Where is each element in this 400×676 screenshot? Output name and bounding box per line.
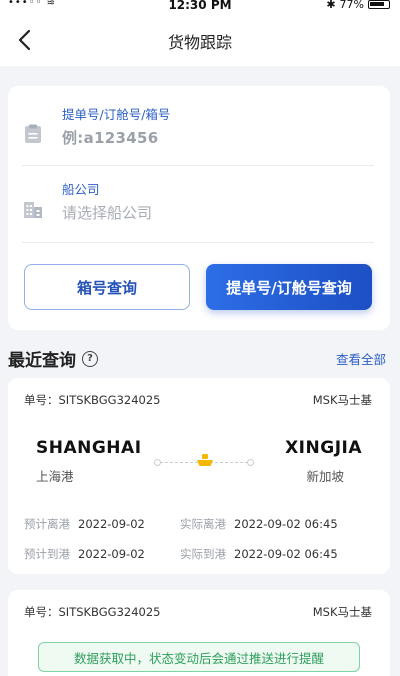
status-bar: •••◦◦ ≋ 12:30 PM ✱ 77% <box>0 0 400 14</box>
estimated-arrival: 预计到港 2022-09-02 <box>24 547 145 561</box>
carrier-label: 船公司 <box>62 182 100 197</box>
battery-percent: 77% <box>339 0 364 11</box>
carrier-select[interactable]: 请选择船公司 <box>62 202 152 223</box>
bill-number-label: 提单号/订舱号/箱号 <box>62 107 171 122</box>
order-number: 单号：SITSKBGG324025 <box>24 393 161 407</box>
carrier-field[interactable]: 船公司 请选择船公司 <box>22 171 374 243</box>
battery-icon <box>368 0 390 9</box>
actual-departure: 实际离港 2022-09-02 06:45 <box>180 517 338 531</box>
page-title: 货物跟踪 <box>167 33 232 52</box>
bill-number-input[interactable]: 例:a123456 <box>62 127 158 148</box>
recent-record-card[interactable]: 单号：SITSKBGG324025 MSK马士基 数据获取中，状态变动后会通过推… <box>8 590 390 676</box>
actual-arrival: 实际到港 2022-09-02 06:45 <box>180 547 338 561</box>
order-number: 单号：SITSKBGG324025 <box>24 605 161 619</box>
origin-port-cn: 上海港 <box>36 469 74 484</box>
destination-port-en: XINGJIA <box>285 438 362 458</box>
view-all-link[interactable]: 查看全部 <box>336 349 386 368</box>
query-form-card: 提单号/订舱号/箱号 例:a123456 船公司 请选择船公司 箱号查询 提单号… <box>8 86 390 330</box>
recent-queries-title: 最近查询 ? <box>8 346 98 371</box>
nav-bar: 货物跟踪 <box>0 14 400 66</box>
recent-queries-label: 最近查询 <box>8 351 76 371</box>
fetching-notice: 数据获取中，状态变动后会通过推送进行提醒 <box>38 642 360 672</box>
bill-number-field[interactable]: 提单号/订舱号/箱号 例:a123456 <box>22 96 374 166</box>
carrier-name: MSK马士基 <box>312 605 372 619</box>
help-icon[interactable]: ? <box>82 350 98 367</box>
status-right: ✱ 77% <box>326 0 390 11</box>
document-icon <box>25 124 41 143</box>
ship-icon <box>197 454 213 466</box>
box-number-query-button[interactable]: 箱号查询 <box>24 264 190 310</box>
destination-port-cn: 新加坡 <box>306 469 344 484</box>
bill-number-query-button[interactable]: 提单号/订舱号查询 <box>206 264 372 310</box>
carrier-name: MSK马士基 <box>312 393 372 407</box>
estimated-departure: 预计离港 2022-09-02 <box>24 517 145 531</box>
recent-record-card[interactable]: 单号：SITSKBGG324025 MSK马士基 SHANGHAI 上海港 XI… <box>8 378 390 574</box>
bluetooth-icon: ✱ <box>326 0 336 11</box>
building-icon <box>24 202 42 218</box>
origin-port-en: SHANGHAI <box>36 438 142 458</box>
